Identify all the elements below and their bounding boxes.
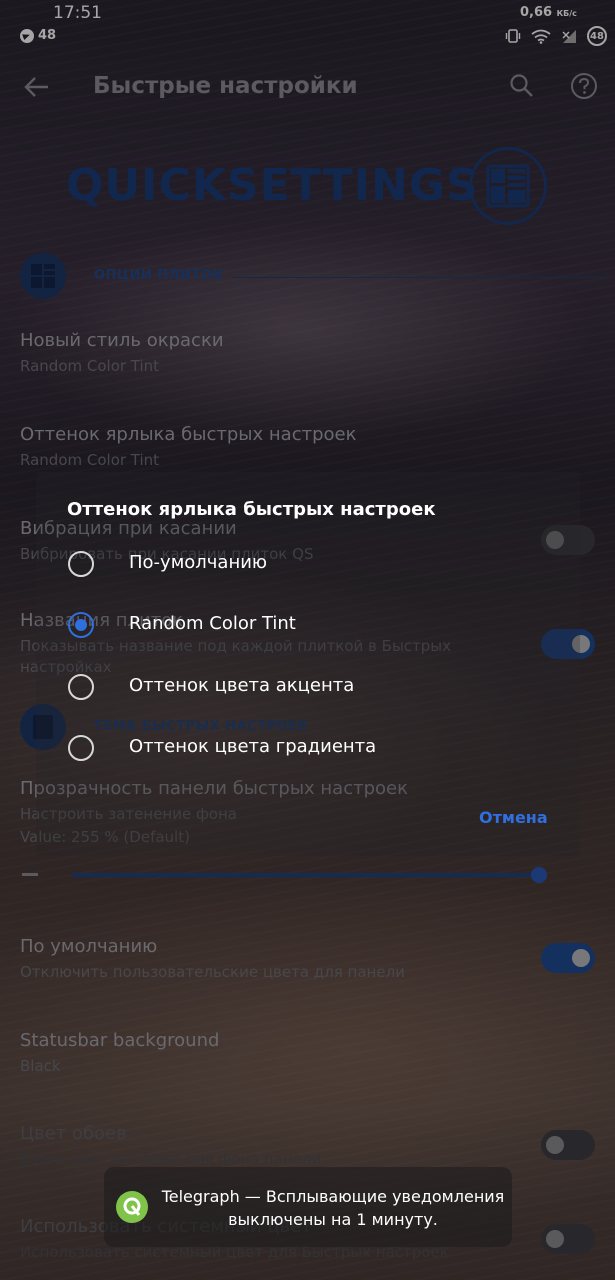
- dialog-title: Оттенок ярлыка быстрых настроек: [67, 499, 436, 520]
- radio-button[interactable]: [68, 674, 94, 700]
- option-label: По-умолчанию: [129, 552, 268, 573]
- radio-button[interactable]: [68, 551, 94, 577]
- radio-button[interactable]: [68, 735, 94, 761]
- option-label: Random Color Tint: [129, 613, 296, 634]
- cancel-button[interactable]: Отмена: [479, 808, 548, 827]
- option-label: Оттенок цвета акцента: [129, 675, 355, 696]
- option-label: Оттенок цвета градиента: [129, 736, 377, 757]
- toast-notification: Telegraph — Всплывающие уведомления выкл…: [104, 1167, 512, 1247]
- telegraph-app-icon: [116, 1191, 148, 1223]
- label-tint-dialog: Оттенок ярлыка быстрых настроек По-умолч…: [36, 472, 580, 856]
- radio-button-checked[interactable]: [68, 612, 94, 638]
- option-accent-tint[interactable]: Оттенок цвета акцента: [68, 667, 548, 707]
- toast-message: Telegraph — Всплывающие уведомления выкл…: [161, 1187, 505, 1229]
- option-random-color-tint[interactable]: Random Color Tint: [68, 605, 548, 645]
- option-default[interactable]: По-умолчанию: [68, 544, 548, 584]
- option-gradient-tint[interactable]: Оттенок цвета градиента: [68, 728, 548, 768]
